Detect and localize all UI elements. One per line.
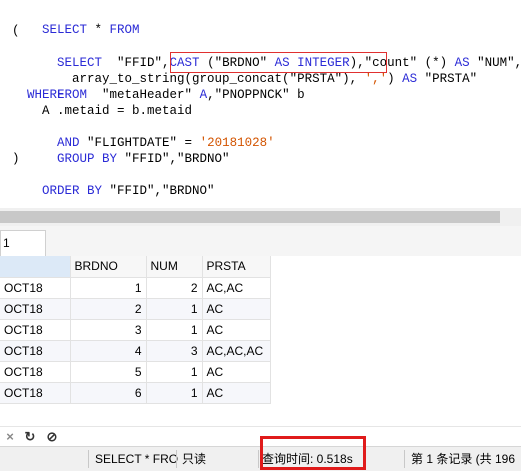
sql-text: "NUM", xyxy=(469,56,521,70)
header-row: BRDNO NUM PRSTA xyxy=(0,256,271,278)
table-cell[interactable]: OCT18 xyxy=(0,382,71,404)
sql-editor[interactable]: SELECT * FROM ( SELECT "FFID",CAST ("BRD… xyxy=(0,0,521,208)
status-readonly: 只读 xyxy=(182,452,207,466)
table-row[interactable]: OCT18 4 3 AC,AC,AC xyxy=(0,340,271,362)
table-cell[interactable]: OCT18 xyxy=(0,277,71,299)
stop-icon[interactable]: ⊘ xyxy=(44,429,60,445)
column-header-num[interactable]: NUM xyxy=(146,256,203,278)
table-cell[interactable]: AC,AC xyxy=(202,277,271,299)
table-cell[interactable]: OCT18 xyxy=(0,319,71,341)
result-grid[interactable]: BRDNO NUM PRSTA OCT18 1 2 AC,AC OCT18 2 … xyxy=(0,256,521,426)
sql-line-10: ) xyxy=(12,152,20,166)
table-cell[interactable]: 1 xyxy=(70,277,147,299)
sql-line-2: ( xyxy=(12,24,20,38)
sql-keyword: A xyxy=(199,88,208,102)
sql-string: ',' xyxy=(364,72,388,86)
table-row[interactable]: OCT18 5 1 AC xyxy=(0,361,271,383)
table-cell[interactable]: 2 xyxy=(70,298,147,320)
sql-text: "PRSTA" xyxy=(417,72,478,86)
sql-line-7: A .metaid = b.metaid xyxy=(27,104,193,118)
result-table: BRDNO NUM PRSTA OCT18 1 2 AC,AC OCT18 2 … xyxy=(0,256,271,404)
table-cell[interactable]: 1 xyxy=(146,298,203,320)
table-row[interactable]: OCT18 6 1 AC xyxy=(0,382,271,404)
table-cell[interactable]: 4 xyxy=(70,340,147,362)
sql-keyword: AS xyxy=(402,72,418,86)
sql-line-6: WHERE xyxy=(27,88,65,102)
column-header-brdno[interactable]: BRDNO xyxy=(70,256,147,278)
sql-text: * xyxy=(87,23,110,37)
table-cell[interactable]: AC xyxy=(202,361,271,383)
column-header[interactable] xyxy=(0,256,71,278)
table-cell[interactable]: AC,AC,AC xyxy=(202,340,271,362)
status-query-text: SELECT * FRO xyxy=(95,452,179,466)
table-row[interactable]: OCT18 3 1 AC xyxy=(0,319,271,341)
editor-horizontal-scrollbar[interactable] xyxy=(0,208,521,226)
table-cell[interactable]: 6 xyxy=(70,382,147,404)
table-cell[interactable]: 5 xyxy=(70,361,147,383)
result-tab[interactable]: 1 xyxy=(0,230,46,256)
table-cell[interactable]: AC xyxy=(202,382,271,404)
status-divider xyxy=(88,450,89,468)
sql-text: "FFID","BRDNO" xyxy=(117,152,230,166)
sql-text: ) xyxy=(387,72,403,86)
sql-keyword: ORDER BY xyxy=(42,184,103,198)
sql-text: ,"PNOPPNCK" b xyxy=(207,88,305,102)
sql-line-11: ORDER BY "FFID","BRDNO" xyxy=(12,167,215,208)
table-cell[interactable]: 3 xyxy=(70,319,147,341)
table-cell[interactable]: 2 xyxy=(146,277,203,299)
table-row[interactable]: OCT18 1 2 AC,AC xyxy=(0,277,271,299)
table-cell[interactable]: AC xyxy=(202,319,271,341)
column-header-prsta[interactable]: PRSTA xyxy=(202,256,271,278)
table-cell[interactable]: 1 xyxy=(146,319,203,341)
table-cell[interactable]: OCT18 xyxy=(0,340,71,362)
status-divider xyxy=(176,450,177,468)
group-concat-highlight xyxy=(170,52,387,73)
sql-keyword: GROUP BY xyxy=(57,152,118,166)
result-tab-strip: 1 xyxy=(0,226,521,257)
sql-keyword: SELECT xyxy=(42,23,88,37)
table-cell[interactable]: 1 xyxy=(146,382,203,404)
close-icon[interactable]: × xyxy=(2,429,18,445)
query-time-highlight xyxy=(260,436,366,470)
table-row[interactable]: OCT18 2 1 AC xyxy=(0,298,271,320)
scrollbar-thumb[interactable] xyxy=(0,211,500,223)
status-divider xyxy=(258,450,259,468)
table-cell[interactable]: OCT18 xyxy=(0,361,71,383)
sql-text: "FFID","BRDNO" xyxy=(102,184,215,198)
status-record-count: 第 1 条记录 (共 196 xyxy=(411,452,516,466)
table-cell[interactable]: 1 xyxy=(146,361,203,383)
table-cell[interactable]: 3 xyxy=(146,340,203,362)
refresh-icon[interactable]: ↻ xyxy=(22,429,38,445)
result-tab-label: 1 xyxy=(3,236,10,250)
table-cell[interactable]: OCT18 xyxy=(0,298,71,320)
table-cell[interactable]: AC xyxy=(202,298,271,320)
status-divider xyxy=(404,450,405,468)
sql-keyword: FROM xyxy=(109,23,140,37)
sql-text: "metaHeader" xyxy=(87,88,200,102)
